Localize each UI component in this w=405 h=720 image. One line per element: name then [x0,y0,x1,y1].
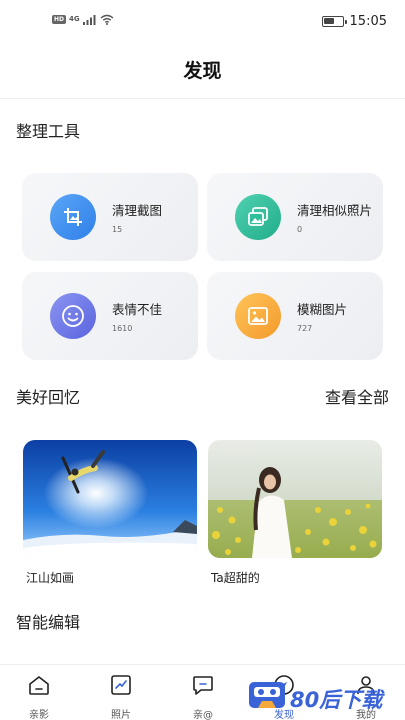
memory-card-flower-field[interactable] [208,440,382,558]
crop-icon [50,194,96,240]
tool-count: 15 [112,225,123,234]
tool-count: 727 [297,324,313,333]
photo-chart-icon [111,675,131,695]
cassette-logo-icon [249,682,285,708]
battery-icon [321,16,347,27]
status-bar: HD 4G 15:05 [0,0,405,46]
memory-label: Ta超甜的 [211,571,260,585]
wifi-icon [100,14,114,25]
page-title: 发现 [183,60,222,82]
tab-home[interactable]: 亲影 [9,673,69,720]
divider [0,98,405,99]
tab-photos[interactable]: 照片 [91,673,151,720]
hd-badge: HD [52,15,67,24]
smiley-icon [50,293,96,339]
tool-name: 清理相似照片 [297,203,373,218]
tool-name: 模糊图片 [297,302,348,317]
blurry-image-icon [235,293,281,339]
tool-count: 0 [297,225,303,234]
home-icon [29,676,49,695]
see-all-link[interactable]: 查看全部 [325,384,389,408]
network-type: 4G [69,15,80,23]
battery-fill [323,18,334,24]
tool-count: 1610 [112,324,133,333]
snowboarder-photo [23,440,197,558]
watermark-logo: 80后下载 [244,670,405,720]
status-right: 15:05 [321,14,387,29]
similar-photos-icon [235,194,281,240]
girl-in-flower-field-photo [208,440,382,558]
tab-label: 亲影 [29,710,49,720]
signal-indicators: HD 4G [52,14,114,25]
tab-label: 照片 [111,710,131,720]
smart-edit-section-title: 智能编辑 [16,613,81,632]
signal-icon [82,15,96,25]
memory-card-snowboard[interactable] [23,440,197,558]
clock: 15:05 [349,14,387,29]
tool-card-similar-photos[interactable]: 清理相似照片 0 [207,173,383,261]
chat-icon [193,676,213,695]
tool-name: 表情不佳 [112,302,163,317]
tool-card-blurry-images[interactable]: 模糊图片 727 [207,272,383,360]
tools-section-title: 整理工具 [16,122,81,141]
memories-section-title: 美好回忆 [16,388,81,407]
tab-chat[interactable]: 亲@ [173,673,233,720]
memory-label: 江山如画 [26,571,75,585]
tool-card-bad-expression[interactable]: 表情不佳 1610 [22,272,198,360]
tool-card-clean-screenshots[interactable]: 清理截图 15 [22,173,198,261]
tab-label: 亲@ [193,710,213,720]
watermark-text: 80后下载 [290,688,383,712]
tool-name: 清理截图 [112,203,163,218]
